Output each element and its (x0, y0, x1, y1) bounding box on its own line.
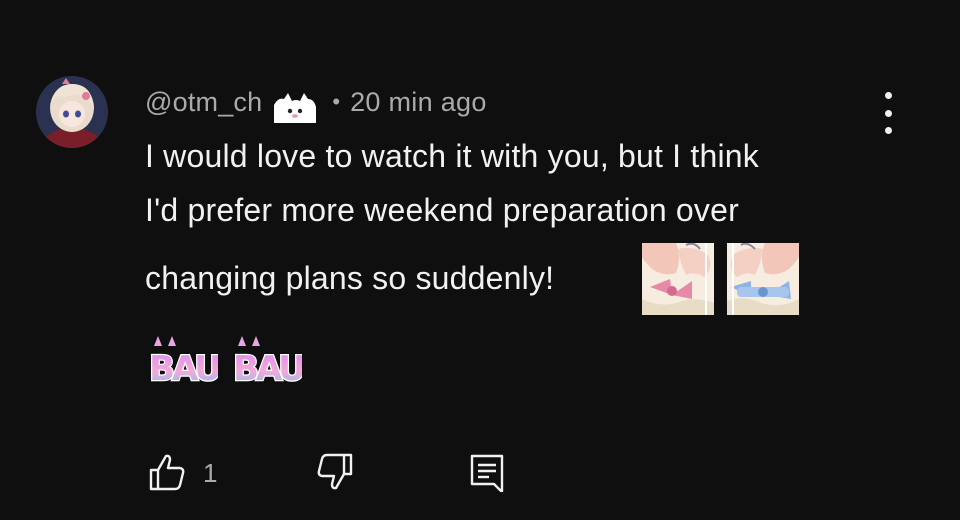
svg-text:BAU: BAU (150, 349, 218, 389)
dislike-button[interactable] (313, 450, 357, 494)
comment-header: @otm_ch • 20 min ago (145, 80, 487, 124)
like-button[interactable] (145, 450, 189, 494)
comment-text-line-2: I'd prefer more weekend preparation over (145, 192, 739, 228)
author-name[interactable]: @otm_ch (145, 87, 262, 118)
member-badge-icon (270, 89, 320, 125)
reply-comment-icon (470, 454, 504, 492)
pink-bow-emote-icon (642, 242, 714, 315)
separator-dot: • (332, 89, 341, 114)
comment-text-line-3: changing plans so suddenly! (145, 260, 555, 296)
thumbs-up-icon (149, 454, 185, 491)
blue-bow-emote-icon (727, 242, 799, 315)
comment-text-line-1: I would love to watch it with you, but I… (145, 138, 759, 174)
like-count: 1 (203, 458, 218, 488)
thumbs-down-icon (317, 453, 353, 490)
svg-text:BAU: BAU (234, 349, 302, 389)
avatar[interactable] (36, 76, 108, 148)
bau-text-emote-icon: BAU (148, 334, 224, 394)
timestamp[interactable]: 20 min ago (350, 87, 487, 118)
three-dots-vertical-icon[interactable] (872, 92, 904, 134)
comment-thread: @otm_ch • 20 min ago I would love to wat… (0, 0, 960, 520)
reply-button[interactable] (465, 450, 509, 494)
bau-text-emote-icon: BAU (232, 334, 308, 394)
